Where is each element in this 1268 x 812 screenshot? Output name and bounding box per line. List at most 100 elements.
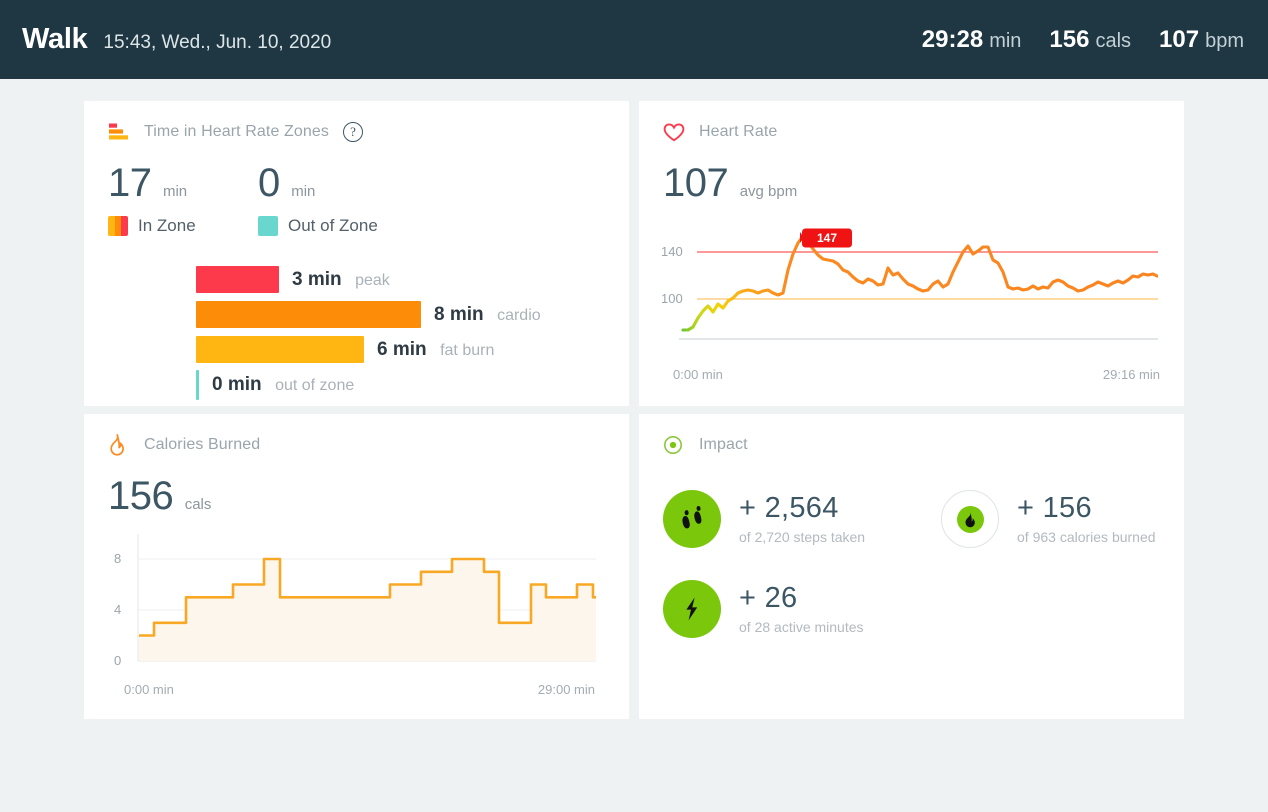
impact-active-minutes-text: + 26 of 28 active minutes	[739, 582, 864, 635]
cal-axis-end: 29:00 min	[537, 682, 595, 697]
zone-label-out-of-zone: 0 min out of zone	[212, 374, 354, 396]
zone-bar-peak	[196, 266, 279, 293]
zone-name-cardio: cardio	[497, 306, 541, 324]
in-zone-value-row: 17 min	[108, 163, 258, 203]
zone-row-out-of-zone: 0 min out of zone	[196, 367, 629, 402]
flame-icon	[956, 505, 984, 533]
ytick-100-label: 100	[661, 291, 683, 306]
impact-item-active-minutes: + 26 of 28 active minutes	[663, 580, 941, 638]
heart-icon	[663, 122, 687, 142]
zone-bar-cardio	[196, 301, 421, 328]
impact-steps-text: + 2,564 of 2,720 steps taken	[739, 492, 866, 545]
stat-calories: 156 cals	[1049, 26, 1131, 54]
impact-steps-value: + 2,564	[739, 492, 839, 525]
impact-item-steps: + 2,564 of 2,720 steps taken	[663, 490, 941, 548]
card-calories-burned: Calories Burned 156 cals 8 4 0 0:00 min …	[84, 414, 629, 719]
stat-duration-unit: min	[989, 29, 1022, 52]
avg-bpm-value: 107	[663, 161, 729, 205]
impact-items: + 2,564 of 2,720 steps taken + 156 of 96…	[639, 458, 1184, 638]
zone-row-peak: 3 min peak	[196, 262, 629, 297]
ytick-4-label: 4	[114, 602, 121, 617]
zone-minutes-fat-burn: 6 min	[377, 338, 427, 360]
stat-bpm-value: 107	[1159, 25, 1200, 53]
flame-icon	[108, 434, 132, 456]
heart-rate-line	[681, 234, 1158, 332]
cal-axis-start: 0:00 min	[124, 682, 174, 697]
impact-calories-sub: of 963 calories burned	[1017, 528, 1156, 545]
stat-calories-value: 156	[1049, 25, 1090, 53]
avg-bpm-block: 107 avg bpm	[663, 163, 797, 203]
impact-calories-text: + 156 of 963 calories burned	[1017, 492, 1156, 545]
stat-calories-unit: cals	[1095, 29, 1132, 52]
hr-axis-start: 0:00 min	[673, 367, 723, 382]
out-of-zone-legend: Out of Zone	[258, 216, 408, 236]
impact-calories-ring	[941, 490, 999, 548]
ytick-0-label: 0	[114, 653, 121, 668]
impact-active-minutes-sub: of 28 active minutes	[739, 618, 864, 635]
calories-summary: 156 cals	[84, 458, 629, 516]
calories-unit: cals	[184, 496, 212, 513]
header-activity-group: Walk 15:43, Wed., Jun. 10, 2020	[22, 23, 331, 56]
avg-bpm-unit: avg bpm	[739, 183, 798, 200]
card-title-heart-rate: Heart Rate	[699, 123, 778, 140]
hr-axis-end: 29:16 min	[1102, 367, 1160, 382]
impact-item-calories: + 156 of 963 calories burned	[941, 490, 1184, 548]
card-header-heart-rate-zones: Time in Heart Rate Zones ?	[84, 101, 629, 145]
zone-label-cardio: 8 min cardio	[434, 304, 541, 326]
out-of-zone-unit: min	[291, 183, 316, 200]
peak-tooltip: 147	[800, 228, 852, 248]
out-of-zone-swatch-icon	[258, 216, 278, 236]
zone-name-out-of-zone: out of zone	[275, 376, 355, 394]
activity-datetime: 15:43, Wed., Jun. 10, 2020	[103, 32, 332, 53]
in-zone-label: In Zone	[138, 216, 196, 235]
ytick-8-label: 8	[114, 551, 121, 566]
card-title-heart-rate-zones: Time in Heart Rate Zones	[144, 123, 329, 140]
footsteps-icon	[663, 490, 721, 548]
card-impact: Impact + 2,564 of 2,720 steps taken + 15…	[639, 414, 1184, 719]
bar-chart-icon	[108, 123, 132, 141]
stat-bpm: 107 bpm	[1159, 26, 1244, 54]
zone-bar-list: 3 min peak 8 min cardio 6 min fat burn 0…	[196, 262, 629, 402]
summary-in-zone: 17 min In Zone	[108, 163, 258, 236]
peak-tooltip-label: 147	[817, 231, 837, 245]
card-heart-rate-zones: Time in Heart Rate Zones ? 17 min In Zon…	[84, 101, 629, 406]
calories-value: 156	[108, 474, 174, 518]
help-icon[interactable]: ?	[343, 122, 363, 142]
zone-bar-out-of-zone	[196, 369, 199, 400]
in-zone-value: 17	[108, 161, 152, 205]
zone-summary: 17 min In Zone 0 min Out of Zone	[84, 145, 629, 236]
heart-rate-chart[interactable]: 140 100 147	[661, 227, 1160, 357]
impact-active-minutes-value: + 26	[739, 582, 798, 615]
zone-row-fat-burn: 6 min fat burn	[196, 332, 629, 367]
impact-calories-value: + 156	[1017, 492, 1092, 525]
dashboard-grid: Time in Heart Rate Zones ? 17 min In Zon…	[0, 79, 1268, 719]
zone-row-cardio: 8 min cardio	[196, 297, 629, 332]
summary-out-of-zone: 0 min Out of Zone	[258, 163, 408, 236]
out-of-zone-value-row: 0 min	[258, 163, 408, 203]
page-title: Walk	[22, 23, 88, 55]
card-title-impact: Impact	[699, 436, 748, 453]
card-title-calories-burned: Calories Burned	[144, 436, 261, 453]
zone-minutes-cardio: 8 min	[434, 303, 484, 325]
card-header-calories-burned: Calories Burned	[84, 414, 629, 458]
card-header-heart-rate: Heart Rate	[639, 101, 1184, 145]
calories-chart[interactable]: 8 4 0	[106, 534, 605, 674]
stat-bpm-unit: bpm	[1205, 29, 1244, 52]
zone-minutes-out-of-zone: 0 min	[212, 373, 262, 395]
zone-label-fat-burn: 6 min fat burn	[377, 339, 494, 361]
in-zone-swatch-icon	[108, 216, 128, 236]
calories-axis: 0:00 min 29:00 min	[84, 674, 629, 697]
in-zone-legend: In Zone	[108, 216, 258, 236]
heart-rate-summary: 107 avg bpm	[639, 145, 1184, 203]
impact-steps-sub: of 2,720 steps taken	[739, 528, 866, 545]
stat-duration-value: 29:28	[921, 25, 984, 53]
app-header: Walk 15:43, Wed., Jun. 10, 2020 29:28 mi…	[0, 0, 1268, 79]
ytick-140-label: 140	[661, 244, 683, 259]
zone-label-peak: 3 min peak	[292, 269, 390, 291]
out-of-zone-label: Out of Zone	[288, 216, 378, 235]
stat-duration: 29:28 min	[922, 26, 1022, 54]
card-header-impact: Impact	[639, 414, 1184, 458]
zone-name-fat-burn: fat burn	[440, 341, 495, 359]
out-of-zone-value: 0	[258, 161, 280, 205]
zone-name-peak: peak	[355, 271, 390, 289]
